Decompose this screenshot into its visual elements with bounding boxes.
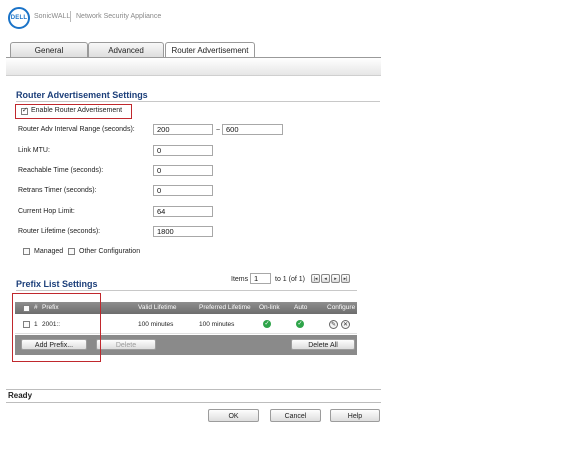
hop-limit-input[interactable]: 64 bbox=[153, 206, 213, 217]
other-config-checkbox[interactable] bbox=[68, 248, 75, 255]
delete-row-icon[interactable]: ✕ bbox=[341, 320, 350, 329]
router-lifetime-label: Router Lifetime (seconds): bbox=[18, 228, 101, 235]
next-page-button[interactable]: ▸ bbox=[331, 274, 340, 283]
edit-icon[interactable]: ✎ bbox=[329, 320, 338, 329]
section-rule bbox=[16, 290, 357, 291]
managed-label: Managed bbox=[34, 248, 64, 255]
header-divider bbox=[70, 11, 71, 22]
items-range: to 1 (of 1) bbox=[275, 276, 305, 283]
retrans-timer-label: Retrans Timer (seconds): bbox=[18, 187, 97, 194]
cancel-button[interactable]: Cancel bbox=[270, 409, 321, 422]
delete-button[interactable]: Delete bbox=[96, 339, 156, 350]
dell-logo: DELL bbox=[8, 7, 30, 29]
status-bar bbox=[6, 389, 381, 403]
delete-all-button[interactable]: Delete All bbox=[291, 339, 355, 350]
ok-button[interactable]: OK bbox=[208, 409, 259, 422]
last-page-icon: ▸| bbox=[343, 276, 348, 282]
interval-label: Router Adv Interval Range (seconds): bbox=[18, 126, 135, 133]
interval-separator: ~ bbox=[216, 127, 221, 134]
on-link-check-icon: ✓ bbox=[263, 320, 271, 328]
link-mtu-label: Link MTU: bbox=[18, 147, 50, 154]
interval-min-input[interactable]: 200 bbox=[153, 124, 213, 135]
section-title-ra: Router Advertisement Settings bbox=[16, 90, 148, 100]
col-on-link[interactable]: On-link bbox=[259, 304, 280, 311]
hop-limit-label: Current Hop Limit: bbox=[18, 208, 75, 215]
first-page-button[interactable]: |◂ bbox=[311, 274, 320, 283]
link-mtu-input[interactable]: 0 bbox=[153, 145, 213, 156]
reachable-time-input[interactable]: 0 bbox=[153, 165, 213, 176]
next-page-icon: ▸ bbox=[334, 276, 337, 282]
managed-checkbox[interactable] bbox=[23, 248, 30, 255]
highlight-box-prefix bbox=[12, 293, 101, 362]
row-valid-lifetime: 100 minutes bbox=[138, 321, 174, 328]
retrans-timer-input[interactable]: 0 bbox=[153, 185, 213, 196]
help-button[interactable]: Help bbox=[330, 409, 380, 422]
enable-ra-checkbox[interactable]: ✓ bbox=[21, 107, 28, 115]
auto-check-icon: ✓ bbox=[296, 320, 304, 328]
prev-page-button[interactable]: ◂ bbox=[321, 274, 330, 283]
col-configure: Configure bbox=[327, 304, 356, 311]
router-lifetime-input[interactable]: 1800 bbox=[153, 226, 213, 237]
tab-advanced[interactable]: Advanced bbox=[88, 42, 164, 58]
tab-label: General bbox=[34, 46, 64, 55]
col-preferred-lifetime[interactable]: Preferred Lifetime bbox=[199, 304, 251, 311]
tab-label: Advanced bbox=[108, 46, 144, 55]
prev-page-icon: ◂ bbox=[324, 276, 327, 282]
last-page-button[interactable]: ▸| bbox=[341, 274, 350, 283]
product-name: Network Security Appliance bbox=[76, 13, 162, 20]
tab-general[interactable]: General bbox=[10, 42, 88, 58]
other-config-label: Other Configuration bbox=[79, 248, 141, 255]
items-page-input[interactable]: 1 bbox=[250, 273, 271, 284]
row-preferred-lifetime: 100 minutes bbox=[199, 321, 235, 328]
toolbar-band bbox=[6, 58, 381, 76]
enable-ra-label: Enable Router Advertisement bbox=[31, 107, 123, 114]
items-label: Items bbox=[231, 276, 249, 283]
interval-max-input[interactable]: 600 bbox=[222, 124, 283, 135]
status-text: Ready bbox=[8, 391, 33, 400]
reachable-time-label: Reachable Time (seconds): bbox=[18, 167, 104, 174]
first-page-icon: |◂ bbox=[313, 276, 318, 282]
section-title-prefix: Prefix List Settings bbox=[16, 279, 98, 289]
col-auto[interactable]: Auto bbox=[294, 304, 307, 311]
col-valid-lifetime[interactable]: Valid Lifetime bbox=[138, 304, 177, 311]
check-icon: ✓ bbox=[22, 107, 28, 114]
logo-text: DELL bbox=[10, 15, 28, 21]
tab-label: Router Advertisement bbox=[171, 46, 249, 55]
brand-name: SonicWALL bbox=[34, 13, 71, 20]
section-rule bbox=[16, 101, 380, 102]
